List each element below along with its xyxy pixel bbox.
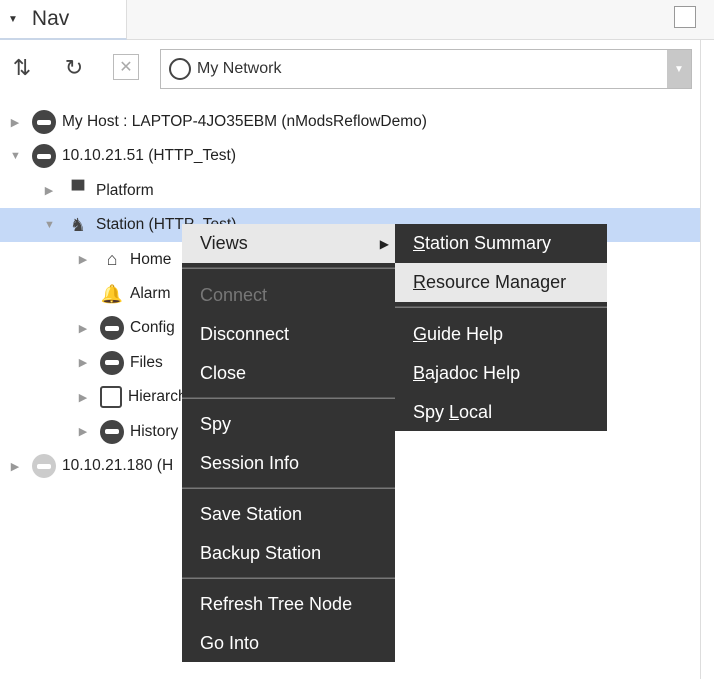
tree-node[interactable]: ▶ My Host : LAPTOP-4JO35EBM (nModsReflowD…: [0, 105, 700, 139]
menu-item-disconnect[interactable]: Disconnect: [182, 315, 395, 354]
menu-item-refresh-tree-node[interactable]: Refresh Tree Node: [182, 585, 395, 624]
home-icon: ⌂: [106, 249, 118, 270]
host-icon: [32, 110, 56, 134]
sort-icon[interactable]: ⇅: [8, 54, 36, 82]
chevron-down-icon[interactable]: ▼: [667, 50, 691, 88]
globe-icon: [169, 58, 191, 80]
bell-icon: 🔔: [100, 283, 124, 304]
menu-label: esource Manager: [426, 272, 567, 292]
separator: [182, 397, 395, 399]
collapse-arrow-icon[interactable]: ▼: [44, 219, 55, 231]
menu-label: ajadoc Help: [425, 363, 521, 383]
expand-arrow-icon[interactable]: ▶: [10, 116, 20, 129]
menu-item-spy-local[interactable]: Spy Local: [395, 393, 607, 432]
history-icon: [100, 419, 124, 444]
expand-arrow-icon[interactable]: ▶: [78, 253, 88, 266]
menu-label: Connect: [200, 285, 268, 305]
tab-nav[interactable]: ▼ Nav: [0, 0, 127, 40]
menu-label: Disconnect: [200, 324, 290, 344]
separator: [182, 487, 395, 489]
menu-item-session-info[interactable]: Session Info: [182, 444, 395, 483]
menu-item-views[interactable]: Views ▶: [182, 224, 395, 263]
views-submenu: Station Summary Resource Manager Guide H…: [395, 224, 607, 431]
separator: [182, 577, 395, 579]
hierarchy-icon: [100, 386, 122, 409]
context-menu: Views ▶ Connect Disconnect Close Spy Sess…: [182, 224, 395, 662]
menu-item-connect: Connect: [182, 276, 395, 315]
expand-arrow-icon[interactable]: ▶: [78, 391, 88, 404]
menu-label: Close: [200, 363, 247, 383]
tree-node-label: Files: [130, 353, 163, 371]
menu-item-save-station[interactable]: Save Station: [182, 495, 395, 534]
expand-arrow-icon[interactable]: ▶: [44, 184, 54, 197]
menu-label: tation Summary: [425, 233, 552, 253]
separator: [395, 306, 607, 308]
host-icon: [32, 454, 56, 478]
menu-item-resource-manager[interactable]: Resource Manager: [395, 263, 607, 302]
expand-arrow-icon[interactable]: ▶: [78, 425, 88, 438]
close-icon[interactable]: ✕: [113, 54, 139, 80]
tree-node-label: Platform: [96, 181, 154, 199]
submenu-arrow-icon: ▶: [379, 236, 389, 251]
mnemonic: G: [413, 324, 428, 344]
tab-title: Nav: [31, 7, 70, 30]
mnemonic: L: [449, 402, 460, 422]
station-icon: ♞: [69, 214, 87, 235]
menu-label: Spy: [413, 402, 450, 422]
mnemonic: B: [413, 363, 426, 383]
platform-icon: ▀: [71, 180, 85, 201]
menu-item-close[interactable]: Close: [182, 354, 395, 393]
host-icon: [32, 144, 56, 169]
tree-node-label: Alarm: [130, 285, 171, 302]
menu-label: Views: [200, 233, 248, 253]
menu-label: Backup Station: [200, 543, 322, 563]
tree-node-label: 10.10.21.51 (HTTP_Test): [62, 147, 237, 165]
menu-label: Refresh Tree Node: [200, 594, 353, 614]
expand-arrow-icon[interactable]: ▶: [78, 322, 88, 335]
menu-label: ocal: [459, 402, 493, 422]
menu-item-spy[interactable]: Spy: [182, 405, 395, 444]
network-select-value: My Network: [197, 60, 282, 77]
separator: [182, 267, 395, 269]
network-select[interactable]: My Network ▼: [160, 49, 692, 89]
collapse-arrow-icon[interactable]: ▼: [10, 150, 21, 162]
menu-item-bajadoc-help[interactable]: Bajadoc Help: [395, 354, 607, 393]
tree-node-label: History: [130, 422, 179, 440]
tree-node-label: 10.10.21.180 (H: [62, 457, 174, 474]
files-icon: [100, 350, 124, 375]
caret-down-icon[interactable]: ▼: [8, 14, 18, 25]
menu-label: Spy: [200, 414, 232, 434]
expand-arrow-icon[interactable]: ▶: [10, 460, 20, 473]
tree-node-label: Home: [130, 250, 172, 268]
tree-node-label: Config: [130, 319, 175, 337]
expand-arrow-icon[interactable]: ▶: [78, 356, 88, 369]
menu-label: uide Help: [427, 324, 504, 344]
database-icon: [100, 316, 124, 341]
menu-item-station-summary[interactable]: Station Summary: [395, 224, 607, 263]
tree-node[interactable]: ▼ 10.10.21.51 (HTTP_Test): [0, 139, 700, 173]
maximize-icon[interactable]: [674, 6, 696, 28]
refresh-icon[interactable]: ↻: [60, 54, 88, 82]
mnemonic: R: [413, 272, 426, 292]
menu-item-go-into[interactable]: Go Into: [182, 624, 395, 663]
menu-item-guide-help[interactable]: Guide Help: [395, 315, 607, 354]
menu-label: Save Station: [200, 504, 303, 524]
menu-item-backup-station[interactable]: Backup Station: [182, 534, 395, 573]
tree-node-label: My Host : LAPTOP-4JO35EBM (nModsReflowDe…: [62, 113, 427, 130]
menu-label: Session Info: [200, 453, 300, 473]
menu-label: Go Into: [200, 633, 260, 653]
tree-node[interactable]: ▶ ▀ Platform: [0, 174, 700, 208]
mnemonic: S: [413, 233, 426, 253]
divider: [700, 40, 701, 679]
